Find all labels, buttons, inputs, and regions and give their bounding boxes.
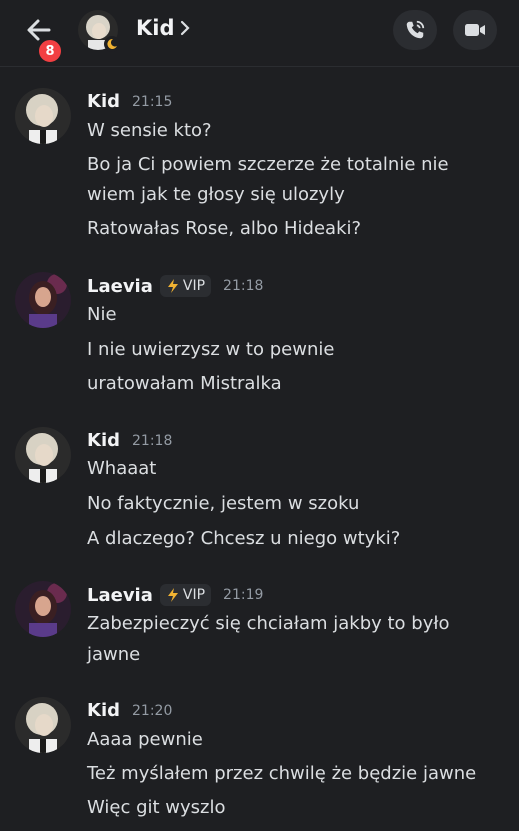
video-call-button[interactable] [453, 10, 497, 50]
message-text[interactable]: Ratowałas Rose, albo Hideaki? [87, 218, 361, 239]
message-text[interactable]: Nie [87, 304, 117, 325]
author-name[interactable]: Kid [87, 430, 120, 451]
chevron-right-icon[interactable] [178, 16, 192, 40]
message-text[interactable]: jawne [87, 644, 140, 665]
timestamp: 21:15 [132, 93, 173, 110]
avatar[interactable] [15, 272, 71, 328]
vip-label: VIP [182, 278, 206, 294]
idle-status-icon [104, 36, 120, 52]
message-text[interactable]: Whaaat [87, 458, 156, 479]
avatar[interactable] [15, 88, 71, 144]
avatar[interactable] [15, 427, 71, 483]
author-name[interactable]: Laevia [87, 585, 153, 606]
camera-icon [465, 24, 485, 36]
message-text[interactable]: I nie uwierzysz w to pewnie [87, 339, 334, 360]
message-text[interactable]: W sensie kto? [87, 120, 212, 141]
timestamp: 21:18 [223, 278, 264, 294]
author-name[interactable]: Laevia [87, 276, 153, 297]
timestamp: 21:19 [223, 587, 264, 603]
message-text[interactable]: Więc git wyszlo [87, 797, 226, 818]
message-text[interactable]: Aaaa pewnie [87, 729, 203, 750]
top-bar: 8 Kid [0, 0, 519, 67]
message-text[interactable]: A dlaczego? Chcesz u niego wtyki? [87, 528, 400, 549]
channel-title[interactable]: Kid [136, 16, 175, 40]
author-name[interactable]: Kid [87, 700, 120, 721]
vip-badge: VIP [159, 584, 212, 606]
message-text[interactable]: No faktycznie, jestem w szoku [87, 493, 359, 514]
message-text[interactable]: uratowałam Mistralka [87, 373, 282, 394]
message-text[interactable]: Też myślałem przez chwilę że będzie jawn… [87, 763, 476, 784]
avatar[interactable] [15, 581, 71, 637]
vip-label: VIP [182, 587, 206, 603]
message-text[interactable]: Zabezpieczyć się chciałam jakby to było [87, 613, 450, 634]
voice-call-button[interactable] [393, 10, 437, 50]
timestamp: 21:20 [132, 702, 173, 719]
lightning-icon [167, 279, 178, 293]
unread-badge: 8 [36, 37, 64, 65]
author-name[interactable]: Kid [87, 91, 120, 112]
message-text[interactable]: wiem jak te głosy się ulozyly [87, 184, 345, 205]
timestamp: 21:18 [132, 432, 173, 449]
phone-icon [406, 20, 425, 39]
message-text[interactable]: Bo ja Ci powiem szczerze że totalnie nie [87, 154, 449, 175]
lightning-icon [167, 588, 178, 602]
avatar[interactable] [15, 697, 71, 753]
vip-badge: VIP [159, 275, 212, 297]
